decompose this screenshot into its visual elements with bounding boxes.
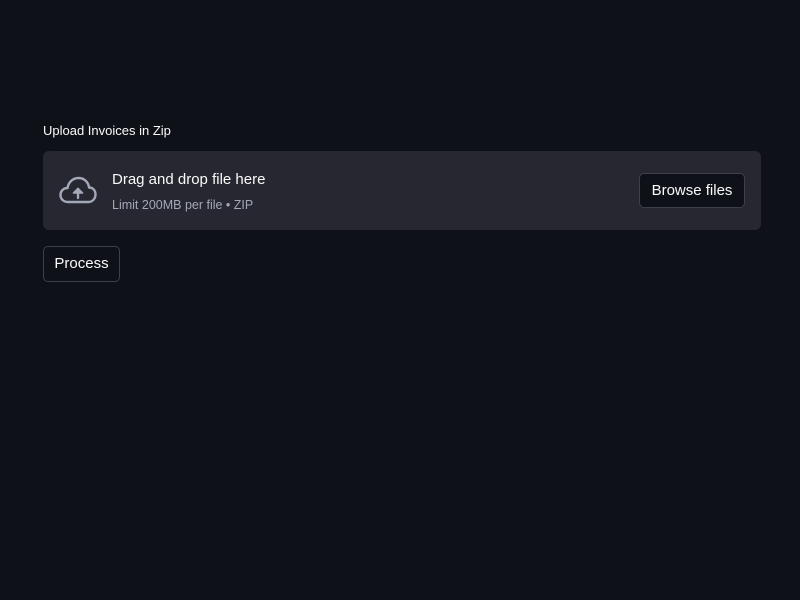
process-button[interactable]: Process [43,246,120,282]
browse-files-button[interactable]: Browse files [639,173,745,208]
cloud-upload-icon [59,175,97,205]
uploader-label: Upload Invoices in Zip [43,123,171,138]
dropzone-limit: Limit 200MB per file • ZIP [112,198,254,212]
file-dropzone[interactable]: Drag and drop file here Limit 200MB per … [43,151,761,230]
dropzone-title: Drag and drop file here [112,171,266,188]
